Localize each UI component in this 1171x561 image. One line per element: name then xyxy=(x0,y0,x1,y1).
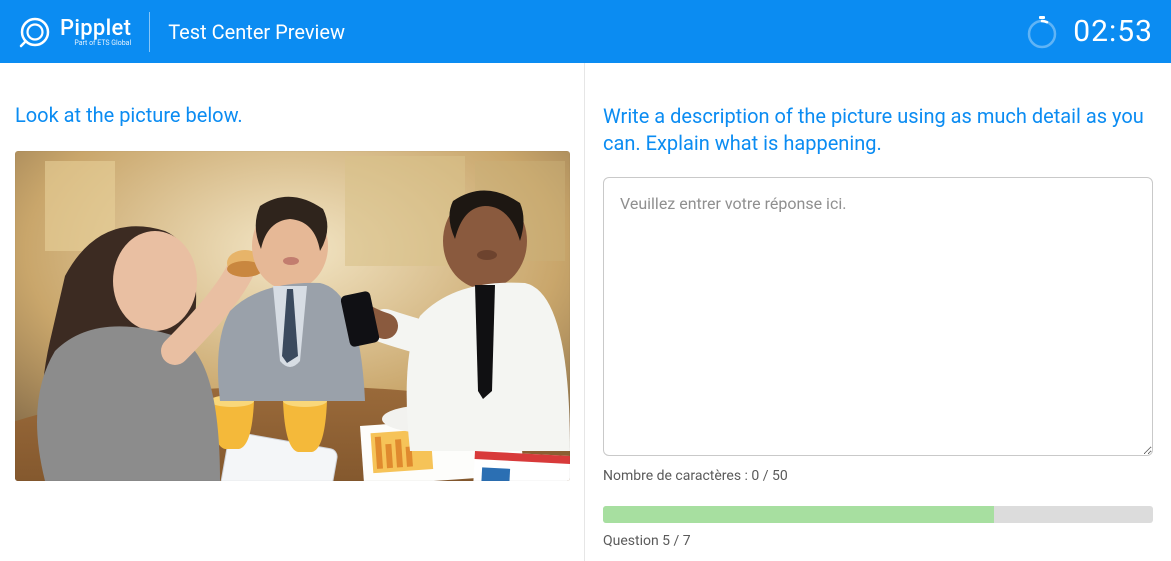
progress-section: Question 5 / 7 xyxy=(603,506,1153,549)
brand-logo: Pipplet Part of ETS Global xyxy=(18,12,150,52)
page-title: Test Center Preview xyxy=(168,20,345,44)
question-label-prefix: Question xyxy=(603,533,662,549)
left-panel: Look at the picture below. xyxy=(0,63,585,561)
left-panel-title: Look at the picture below. xyxy=(15,103,569,127)
prompt-text: Write a description of the picture using… xyxy=(603,103,1153,157)
question-total: 7 xyxy=(683,533,691,549)
timer-icon xyxy=(1025,15,1059,49)
answer-textarea[interactable] xyxy=(603,177,1153,456)
app-header: Pipplet Part of ETS Global Test Center P… xyxy=(0,0,1171,63)
char-count: Nombre de caractères : 0 / 50 xyxy=(603,468,1153,484)
progress-fill xyxy=(603,506,994,523)
main-content: Look at the picture below. xyxy=(0,63,1171,561)
brand-subtitle: Part of ETS Global xyxy=(60,39,131,47)
right-panel: Write a description of the picture using… xyxy=(585,63,1171,561)
speech-circle-icon xyxy=(18,15,52,49)
char-count-label: Nombre de caractères : xyxy=(603,468,751,484)
timer-value: 02:53 xyxy=(1073,14,1153,49)
brand-name: Pipplet xyxy=(60,16,131,41)
brand-text-group: Pipplet Part of ETS Global xyxy=(60,16,131,47)
timer: 02:53 xyxy=(1025,14,1153,49)
char-count-current: 0 xyxy=(751,468,759,484)
progress-bar xyxy=(603,506,1153,523)
stimulus-image xyxy=(15,151,570,481)
char-count-max: 50 xyxy=(772,468,788,484)
question-current: 5 xyxy=(662,533,670,549)
question-counter: Question 5 / 7 xyxy=(603,533,1153,549)
